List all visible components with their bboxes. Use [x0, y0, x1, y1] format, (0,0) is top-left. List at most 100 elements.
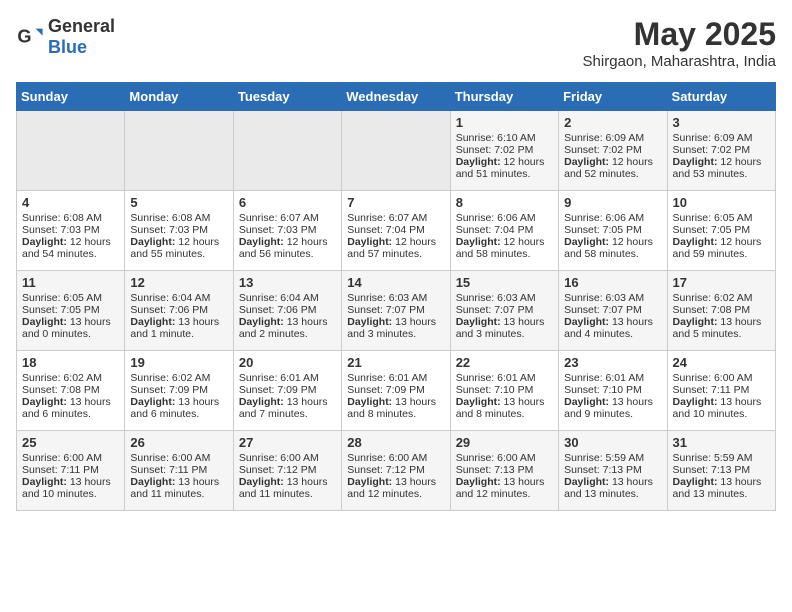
sunset-info: Sunset: 7:08 PM — [22, 384, 119, 396]
daylight-info: Daylight: 13 hours and 6 minutes. — [130, 396, 227, 420]
week-row-3: 11Sunrise: 6:05 AMSunset: 7:05 PMDayligh… — [17, 271, 776, 351]
logo: G General Blue — [16, 16, 115, 58]
weekday-header-saturday: Saturday — [667, 83, 775, 111]
day-number: 15 — [456, 275, 553, 290]
calendar-cell: 9Sunrise: 6:06 AMSunset: 7:05 PMDaylight… — [559, 191, 667, 271]
daylight-info: Daylight: 12 hours and 59 minutes. — [673, 236, 770, 260]
sunset-info: Sunset: 7:05 PM — [564, 224, 661, 236]
sunrise-info: Sunrise: 6:05 AM — [22, 292, 119, 304]
daylight-label: Daylight: — [22, 396, 70, 408]
daylight-label: Daylight: — [22, 316, 70, 328]
daylight-info: Daylight: 12 hours and 52 minutes. — [564, 156, 661, 180]
day-number: 10 — [673, 195, 770, 210]
day-number: 31 — [673, 435, 770, 450]
sunset-info: Sunset: 7:06 PM — [130, 304, 227, 316]
sunrise-info: Sunrise: 6:02 AM — [130, 372, 227, 384]
daylight-info: Daylight: 13 hours and 8 minutes. — [347, 396, 444, 420]
sunset-info: Sunset: 7:11 PM — [130, 464, 227, 476]
logo-general: General — [48, 16, 115, 36]
title-block: May 2025 Shirgaon, Maharashtra, India — [583, 16, 776, 70]
daylight-label: Daylight: — [673, 396, 721, 408]
calendar-cell: 31Sunrise: 5:59 AMSunset: 7:13 PMDayligh… — [667, 431, 775, 511]
daylight-info: Daylight: 13 hours and 2 minutes. — [239, 316, 336, 340]
daylight-info: Daylight: 12 hours and 56 minutes. — [239, 236, 336, 260]
sunrise-info: Sunrise: 6:01 AM — [239, 372, 336, 384]
sunset-info: Sunset: 7:10 PM — [564, 384, 661, 396]
sunrise-info: Sunrise: 6:01 AM — [564, 372, 661, 384]
calendar-cell: 16Sunrise: 6:03 AMSunset: 7:07 PMDayligh… — [559, 271, 667, 351]
day-number: 16 — [564, 275, 661, 290]
calendar-cell — [233, 111, 341, 191]
calendar-cell: 23 Sunrise: 6:01 AMSunset: 7:10 PMDayligh… — [559, 351, 667, 431]
day-number: 25 — [22, 435, 119, 450]
daylight-info: Daylight: 13 hours and 11 minutes. — [239, 476, 336, 500]
daylight-info: Daylight: 12 hours and 51 minutes. — [456, 156, 553, 180]
calendar-cell: 12Sunrise: 6:04 AMSunset: 7:06 PMDayligh… — [125, 271, 233, 351]
sunrise-info: Sunrise: 6:03 AM — [564, 292, 661, 304]
sunset-info: Sunset: 7:04 PM — [456, 224, 553, 236]
calendar-cell — [342, 111, 450, 191]
calendar-cell: 20Sunrise: 6:01 AMSunset: 7:09 PMDayligh… — [233, 351, 341, 431]
sunrise-info: Sunrise: 5:59 AM — [564, 452, 661, 464]
day-number: 22 — [456, 355, 553, 370]
daylight-label: Daylight: — [22, 236, 70, 248]
daylight-label: Daylight: — [456, 316, 504, 328]
sunset-info: Sunset: 7:02 PM — [564, 144, 661, 156]
calendar-cell: 11Sunrise: 6:05 AMSunset: 7:05 PMDayligh… — [17, 271, 125, 351]
sunset-info: Sunset: 7:13 PM — [456, 464, 553, 476]
sunrise-info: Sunrise: 6:08 AM — [130, 212, 227, 224]
calendar-cell — [17, 111, 125, 191]
calendar-cell: 25Sunrise: 6:00 AMSunset: 7:11 PMDayligh… — [17, 431, 125, 511]
calendar-cell: 10Sunrise: 6:05 AMSunset: 7:05 PMDayligh… — [667, 191, 775, 271]
location-subtitle: Shirgaon, Maharashtra, India — [583, 53, 776, 70]
daylight-label: Daylight: — [347, 316, 395, 328]
day-number: 24 — [673, 355, 770, 370]
daylight-info: Daylight: 13 hours and 13 minutes. — [673, 476, 770, 500]
sunrise-info: Sunrise: 6:00 AM — [22, 452, 119, 464]
calendar-cell: 29Sunrise: 6:00 AMSunset: 7:13 PMDayligh… — [450, 431, 558, 511]
sunrise-info: Sunrise: 6:00 AM — [130, 452, 227, 464]
calendar-cell: 14Sunrise: 6:03 AMSunset: 7:07 PMDayligh… — [342, 271, 450, 351]
sunset-info: Sunset: 7:09 PM — [130, 384, 227, 396]
sunrise-info: Sunrise: 6:00 AM — [239, 452, 336, 464]
sunset-info: Sunset: 7:12 PM — [347, 464, 444, 476]
sunset-info: Sunset: 7:11 PM — [673, 384, 770, 396]
daylight-label: Daylight: — [239, 476, 287, 488]
sunset-info: Sunset: 7:02 PM — [456, 144, 553, 156]
calendar-cell: 2Sunrise: 6:09 AMSunset: 7:02 PMDaylight… — [559, 111, 667, 191]
daylight-info: Daylight: 13 hours and 7 minutes. — [239, 396, 336, 420]
daylight-info: Daylight: 13 hours and 6 minutes. — [22, 396, 119, 420]
day-number: 26 — [130, 435, 227, 450]
calendar-cell: 22 Sunrise: 6:01 AMSunset: 7:10 PMDayligh… — [450, 351, 558, 431]
daylight-info: Daylight: 13 hours and 12 minutes. — [347, 476, 444, 500]
day-number: 17 — [673, 275, 770, 290]
sunset-info: Sunset: 7:03 PM — [22, 224, 119, 236]
sunset-info: Sunset: 7:08 PM — [673, 304, 770, 316]
daylight-label: Daylight: — [239, 236, 287, 248]
calendar-cell: 1Sunrise: 6:10 AMSunset: 7:02 PMDaylight… — [450, 111, 558, 191]
calendar-cell: 26Sunrise: 6:00 AMSunset: 7:11 PMDayligh… — [125, 431, 233, 511]
sunset-info: Sunset: 7:07 PM — [347, 304, 444, 316]
week-row-5: 25Sunrise: 6:00 AMSunset: 7:11 PMDayligh… — [17, 431, 776, 511]
daylight-label: Daylight: — [347, 476, 395, 488]
sunset-info: Sunset: 7:09 PM — [347, 384, 444, 396]
sunset-info: Sunset: 7:13 PM — [564, 464, 661, 476]
day-number: 18 — [22, 355, 119, 370]
week-row-4: 18Sunrise: 6:02 AMSunset: 7:08 PMDayligh… — [17, 351, 776, 431]
sunset-info: Sunset: 7:10 PM — [456, 384, 553, 396]
daylight-info: Daylight: 13 hours and 10 minutes. — [22, 476, 119, 500]
sunrise-info: Sunrise: 6:06 AM — [456, 212, 553, 224]
sunrise-info: Sunrise: 6:01 AM — [456, 372, 553, 384]
daylight-label: Daylight: — [456, 396, 504, 408]
daylight-label: Daylight: — [564, 396, 612, 408]
day-number: 23 — [564, 355, 661, 370]
day-number: 20 — [239, 355, 336, 370]
calendar-cell: 8Sunrise: 6:06 AMSunset: 7:04 PMDaylight… — [450, 191, 558, 271]
calendar-cell: 30Sunrise: 5:59 AMSunset: 7:13 PMDayligh… — [559, 431, 667, 511]
calendar-cell: 7Sunrise: 6:07 AMSunset: 7:04 PMDaylight… — [342, 191, 450, 271]
day-number: 9 — [564, 195, 661, 210]
sunrise-info: Sunrise: 6:09 AM — [673, 132, 770, 144]
weekday-header-tuesday: Tuesday — [233, 83, 341, 111]
daylight-label: Daylight: — [130, 236, 178, 248]
daylight-info: Daylight: 12 hours and 54 minutes. — [22, 236, 119, 260]
